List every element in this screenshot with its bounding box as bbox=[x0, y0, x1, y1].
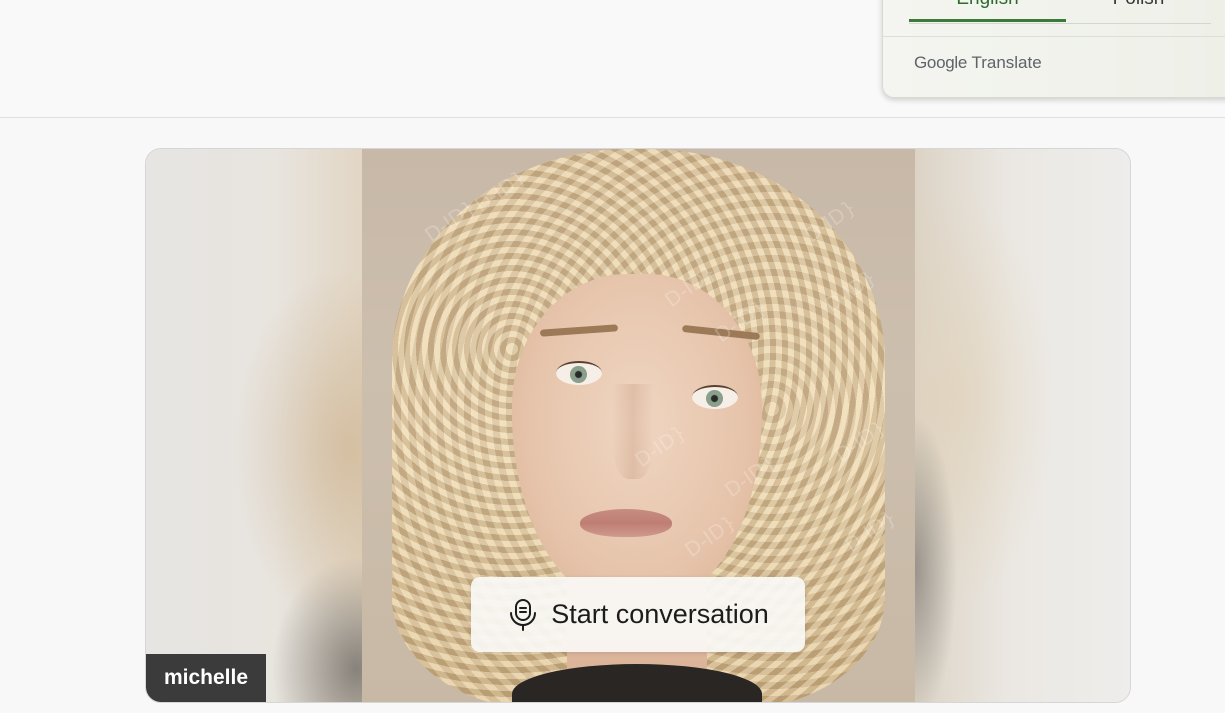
google-wordmark: Google bbox=[914, 53, 968, 72]
avatar-video-card: D-ID} D-ID} D-ID} D-ID} D-ID} D-ID} D-ID… bbox=[145, 148, 1131, 703]
google-translate-popup: English Polish Google Translate bbox=[882, 0, 1225, 98]
tab-polish[interactable]: Polish bbox=[1066, 0, 1211, 17]
popup-divider bbox=[883, 36, 1225, 37]
page: English Polish Google Translate D-ID} D-… bbox=[0, 0, 1225, 713]
right-eye bbox=[692, 385, 738, 409]
tab-english[interactable]: English bbox=[909, 0, 1066, 17]
active-tab-indicator bbox=[909, 19, 1066, 22]
avatar-lips bbox=[580, 509, 672, 537]
start-conversation-label: Start conversation bbox=[551, 599, 769, 629]
start-conversation-button[interactable]: Start conversation bbox=[471, 577, 805, 652]
left-eye bbox=[556, 361, 602, 385]
google-translate-logo: Google Translate bbox=[914, 53, 1042, 75]
avatar-name-tag: michelle bbox=[146, 654, 266, 702]
language-tabs: English Polish bbox=[909, 0, 1211, 24]
translate-wordmark: Translate bbox=[971, 53, 1042, 72]
microphone-icon bbox=[510, 598, 537, 631]
blurred-background-right bbox=[915, 149, 1130, 702]
blurred-background-left bbox=[146, 149, 363, 702]
